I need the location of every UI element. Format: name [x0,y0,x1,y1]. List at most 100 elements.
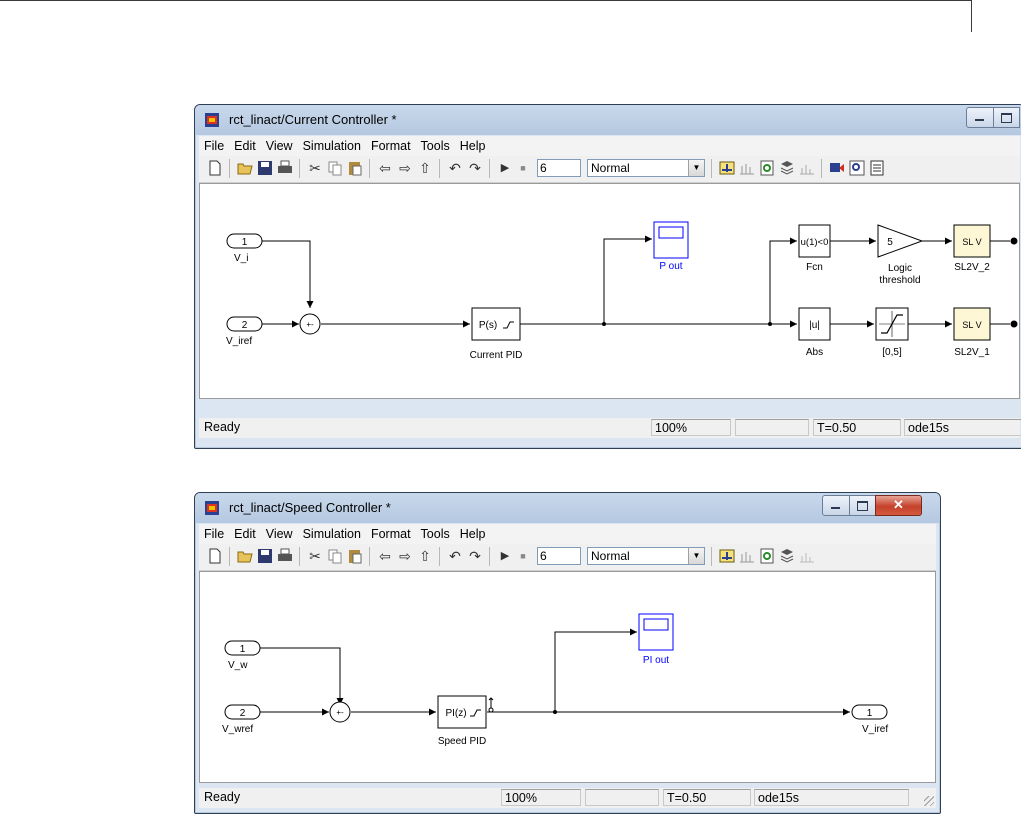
copy-icon[interactable] [327,160,343,176]
save-icon[interactable] [257,548,273,564]
maximize-button[interactable] [993,107,1020,128]
inport-v-w[interactable]: 1 V_w [224,640,261,671]
outport-v-iref[interactable]: 1 V_iref [851,704,888,735]
up-arrow-icon[interactable]: ⇧ [417,160,433,176]
simulation-mode-select[interactable]: Normal ▼ [587,547,705,565]
minimize-icon [975,119,984,121]
model-canvas[interactable]: 1 V_i 2 V_iref +- P(s) Current PID P out… [199,183,1020,399]
paste-icon[interactable] [347,548,363,564]
menu-format[interactable]: Format [366,136,416,153]
speed-pid-block[interactable]: PI(z) Speed PID [437,695,494,747]
cut-icon[interactable]: ✂ [307,548,323,564]
menu-edit[interactable]: Edit [229,136,261,153]
stop-icon[interactable]: ■ [515,160,531,176]
open-icon[interactable] [237,548,253,564]
forward-arrow-icon[interactable]: ⇨ [397,548,413,564]
new-model-icon[interactable] [207,548,223,564]
undo-icon[interactable]: ↶ [447,160,463,176]
update-diagram-icon[interactable] [719,548,735,564]
sl2v-name: SL2V_1 [954,347,990,358]
menu-format[interactable]: Format [366,524,416,541]
stop-time-input[interactable] [537,159,581,177]
menu-simulation[interactable]: Simulation [298,524,366,541]
library-browser-icon[interactable] [779,160,795,176]
model-canvas[interactable]: 1 V_w 2 V_wref +- PI(z) Speed PID PI out… [199,571,936,783]
saturation-block[interactable]: [0,5] [875,307,909,358]
back-arrow-icon[interactable]: ⇦ [377,548,393,564]
sum-block[interactable]: +- [329,701,351,723]
menu-tools[interactable]: Tools [416,136,455,153]
redo-icon[interactable]: ↷ [467,160,483,176]
undo-icon[interactable]: ↶ [447,548,463,564]
save-icon[interactable] [257,160,273,176]
inport-v-i[interactable]: 1 V_i [226,233,263,264]
inport-number: 2 [240,708,246,719]
new-model-icon[interactable] [207,160,223,176]
refresh-icon[interactable] [759,160,775,176]
minimize-button[interactable] [966,107,994,128]
build-icon[interactable] [739,160,755,176]
simulation-mode-select[interactable]: Normal ▼ [587,159,705,177]
fcn-block[interactable]: u(1)<0 Fcn [798,224,831,273]
refresh-icon[interactable] [759,548,775,564]
redo-icon[interactable]: ↷ [467,548,483,564]
up-arrow-icon[interactable]: ⇧ [417,548,433,564]
paste-icon[interactable] [347,160,363,176]
model-explorer-icon[interactable] [799,548,815,564]
build-icon[interactable] [739,548,755,564]
cut-icon[interactable]: ✂ [307,160,323,176]
gain-block-logic-threshold[interactable]: 5 Logic threshold [877,224,924,286]
inport-number: 1 [242,237,248,248]
maximize-icon [857,501,868,511]
inport-v-wref[interactable]: 2 V_wref [222,704,261,735]
stop-time-input[interactable] [537,547,581,565]
model-explorer-icon[interactable] [799,160,815,176]
sl2v-1-block[interactable]: SL V SL2V_1 [953,307,991,358]
minimize-button[interactable] [822,495,850,516]
menu-help[interactable]: Help [455,524,491,541]
toolbar-separator [229,547,230,566]
menu-view[interactable]: View [261,136,298,153]
title-bar[interactable]: rct_linact/Current Controller * [195,105,1021,135]
scope-block-pi-out[interactable]: PI out [638,613,674,666]
forward-arrow-icon[interactable]: ⇨ [397,160,413,176]
chevron-down-icon: ▼ [688,160,704,176]
back-arrow-icon[interactable]: ⇦ [377,160,393,176]
inport-v-iref[interactable]: 2 V_iref [226,316,263,347]
menu-view[interactable]: View [261,524,298,541]
menu-file[interactable]: File [199,136,229,153]
sum-block[interactable]: +- [299,313,321,335]
run-icon[interactable]: ▶ [497,160,513,176]
library-browser-icon[interactable] [779,548,795,564]
status-solver: ode15s [904,419,1021,436]
sl2v-2-block[interactable]: SL V SL2V_2 [953,224,991,273]
menu-file[interactable]: File [199,524,229,541]
speed-controller-window: rct_linact/Speed Controller * ✕ File Edit… [194,492,941,814]
menu-tools[interactable]: Tools [416,524,455,541]
menu-simulation[interactable]: Simulation [298,136,366,153]
inport-label: V_w [228,660,248,671]
close-button[interactable]: ✕ [875,495,922,516]
current-pid-block[interactable]: P(s) Current PID [470,307,523,361]
toolbar-separator [821,159,822,178]
title-bar[interactable]: rct_linact/Speed Controller * ✕ [195,493,940,523]
debug-icon[interactable] [829,160,845,176]
resize-grip-icon[interactable] [924,796,934,806]
run-icon[interactable]: ▶ [497,548,513,564]
toolbar-separator [369,547,370,566]
print-icon[interactable] [277,548,293,564]
print-icon[interactable] [277,160,293,176]
update-diagram-icon[interactable] [719,160,735,176]
stop-icon[interactable]: ■ [515,548,531,564]
menu-edit[interactable]: Edit [229,524,261,541]
model-advisor-icon[interactable] [869,160,885,176]
zoom-icon[interactable] [849,160,865,176]
saturation-name: [0,5] [882,347,902,358]
scope-block-p-out[interactable]: P out [653,221,689,272]
menu-help[interactable]: Help [455,136,491,153]
maximize-button[interactable] [849,495,876,516]
minimize-icon [831,507,840,509]
abs-block[interactable]: |u| Abs [798,307,831,358]
copy-icon[interactable] [327,548,343,564]
open-icon[interactable] [237,160,253,176]
